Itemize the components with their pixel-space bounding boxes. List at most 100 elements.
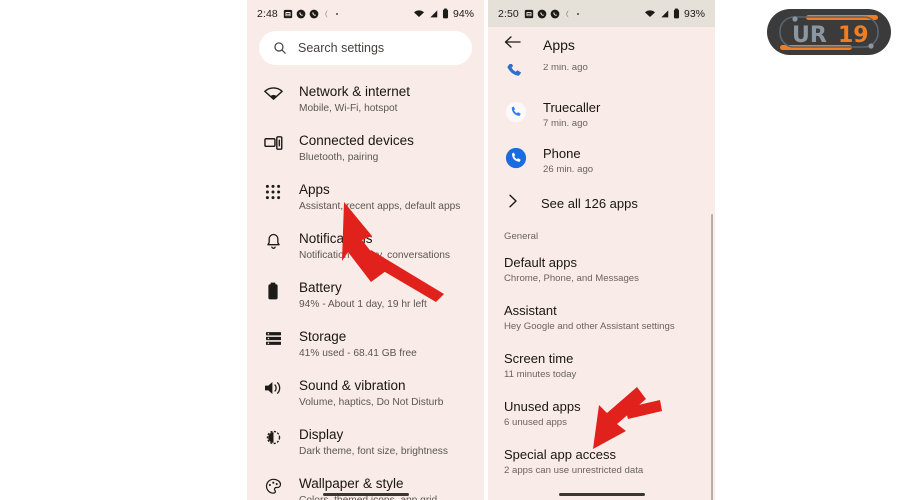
whatsapp-icon (309, 9, 319, 18)
section-header-general: General (504, 231, 539, 242)
battery-icon (673, 8, 680, 19)
dot-icon (335, 12, 338, 15)
battery-percent: 93% (683, 7, 705, 20)
general-row-default-apps[interactable]: Default apps Chrome, Phone, and Messages (488, 246, 715, 294)
general-row-title: Unused apps (504, 399, 581, 414)
general-row-subtitle: Hey Google and other Assistant settings (504, 321, 675, 332)
apps-scroll-area[interactable]: 2 min. ago Truecaller 7 min. ago Phone 2… (488, 64, 715, 500)
truecaller-app-icon (504, 100, 528, 124)
settings-row-subtitle: Mobile, Wi-Fi, hotspot (299, 103, 398, 114)
recent-app-time: 2 min. ago (543, 64, 588, 73)
settings-list: Network & internet Mobile, Wi-Fi, hotspo… (247, 65, 484, 500)
left-phone-screenshot: 2:48 94% Search settings Network & inter… (247, 0, 484, 500)
recent-app-name: Phone (543, 146, 581, 161)
general-row-screen-time[interactable]: Screen time 11 minutes today (488, 342, 715, 390)
recent-app-time: 7 min. ago (543, 118, 588, 129)
settings-row-title: Battery (299, 280, 342, 295)
home-indicator (322, 492, 409, 496)
logo-text-right: 19 (838, 23, 869, 48)
general-row-subtitle: Chrome, Phone, and Messages (504, 273, 639, 284)
recent-app-time: 26 min. ago (543, 164, 594, 175)
chevron-right-icon (508, 194, 519, 213)
watermark-logo: UR 19 (766, 8, 892, 56)
whatsapp-icon (537, 9, 547, 18)
battery-icon (263, 280, 283, 300)
search-input[interactable]: Search settings (298, 41, 384, 55)
back-arrow-icon[interactable] (504, 35, 521, 54)
devices-icon (263, 133, 283, 151)
settings-row-subtitle: Notification history, conversations (299, 250, 450, 261)
status-right-icons: 94% (413, 8, 474, 20)
settings-row-battery[interactable]: Battery 94% - About 1 day, 19 hr left (247, 271, 484, 320)
apps-grid-icon (263, 182, 283, 200)
status-time: 2:48 (257, 7, 278, 20)
settings-row-subtitle: Dark theme, font size, brightness (299, 446, 448, 457)
whatsapp-icon (296, 9, 306, 18)
settings-row-connected-devices[interactable]: Connected devices Bluetooth, pairing (247, 124, 484, 173)
recent-app-row-truecaller[interactable]: Truecaller 7 min. ago (488, 92, 715, 138)
settings-row-storage[interactable]: Storage 41% used - 68.41 GB free (247, 320, 484, 369)
settings-row-apps[interactable]: Apps Assistant, recent apps, default app… (247, 173, 484, 222)
right-status-bar: 2:50 93% (488, 0, 715, 27)
logo-text-left: UR (792, 23, 827, 48)
general-row-title: Screen time (504, 351, 574, 366)
general-row-special-app-access[interactable]: Special app access 2 apps can use unrest… (488, 438, 715, 486)
right-phone-screenshot: 2:50 93% Apps 2 min. ago Truecaller 7 mi… (488, 0, 715, 500)
settings-row-title: Sound & vibration (299, 378, 406, 393)
general-row-subtitle: 11 minutes today (504, 369, 577, 380)
moon-icon (566, 9, 570, 18)
signal-icon (430, 9, 438, 17)
settings-row-title: Notifications (299, 231, 373, 246)
twitter-app-icon (504, 64, 528, 84)
page-title: Apps (543, 36, 575, 53)
wifi-icon (644, 9, 655, 17)
general-row-subtitle: 6 unused apps (504, 417, 567, 428)
recent-app-row[interactable]: 2 min. ago (488, 64, 715, 92)
settings-row-subtitle: Volume, haptics, Do Not Disturb (299, 397, 444, 408)
general-row-title: Default apps (504, 255, 577, 270)
storage-icon (263, 329, 283, 346)
settings-row-title: Network & internet (299, 84, 411, 99)
settings-row-title: Storage (299, 329, 347, 344)
status-time: 2:50 (498, 7, 519, 20)
recent-app-row-phone[interactable]: Phone 26 min. ago (488, 138, 715, 184)
moon-icon (325, 9, 329, 18)
vertical-scrollbar[interactable] (710, 214, 713, 500)
see-all-apps-row[interactable]: See all 126 apps (488, 184, 715, 225)
apps-app-bar: Apps (488, 27, 715, 64)
settings-row-title: Connected devices (299, 133, 414, 148)
phone-app-icon (504, 146, 528, 170)
settings-row-notifications[interactable]: Notifications Notification history, conv… (247, 222, 484, 271)
settings-row-network[interactable]: Network & internet Mobile, Wi-Fi, hotspo… (247, 75, 484, 124)
search-icon (274, 42, 286, 54)
left-status-bar: 2:48 94% (247, 0, 484, 27)
status-left-icons (524, 9, 581, 19)
battery-icon (442, 8, 449, 19)
home-indicator (558, 492, 645, 496)
settings-row-display[interactable]: Display Dark theme, font size, brightnes… (247, 418, 484, 467)
status-left-icons (283, 9, 340, 19)
see-all-apps-label: See all 126 apps (541, 196, 638, 211)
sim-icon (524, 9, 534, 18)
general-row-assistant[interactable]: Assistant Hey Google and other Assistant… (488, 294, 715, 342)
volume-icon (263, 378, 283, 396)
settings-row-subtitle: Bluetooth, pairing (299, 152, 379, 163)
bell-icon (263, 231, 283, 250)
wifi-icon (413, 9, 424, 17)
search-settings-bar[interactable]: Search settings (259, 31, 472, 65)
general-row-unused-apps[interactable]: Unused apps 6 unused apps (488, 390, 715, 438)
general-row-title: Assistant (504, 303, 557, 318)
settings-row-title: Wallpaper & style (299, 476, 404, 491)
brightness-icon (263, 427, 283, 446)
battery-percent: 94% (452, 7, 474, 20)
settings-row-subtitle: Assistant, recent apps, default apps (299, 201, 461, 212)
screenshot-stage: 2:48 94% Search settings Network & inter… (0, 0, 900, 500)
palette-icon (263, 476, 283, 495)
sim-icon (283, 9, 293, 18)
recent-app-name: Truecaller (543, 100, 601, 115)
settings-row-title: Apps (299, 182, 330, 197)
settings-row-subtitle: 41% used - 68.41 GB free (299, 348, 417, 359)
dot-icon (576, 12, 579, 15)
wifi-icon (263, 84, 283, 102)
settings-row-sound[interactable]: Sound & vibration Volume, haptics, Do No… (247, 369, 484, 418)
